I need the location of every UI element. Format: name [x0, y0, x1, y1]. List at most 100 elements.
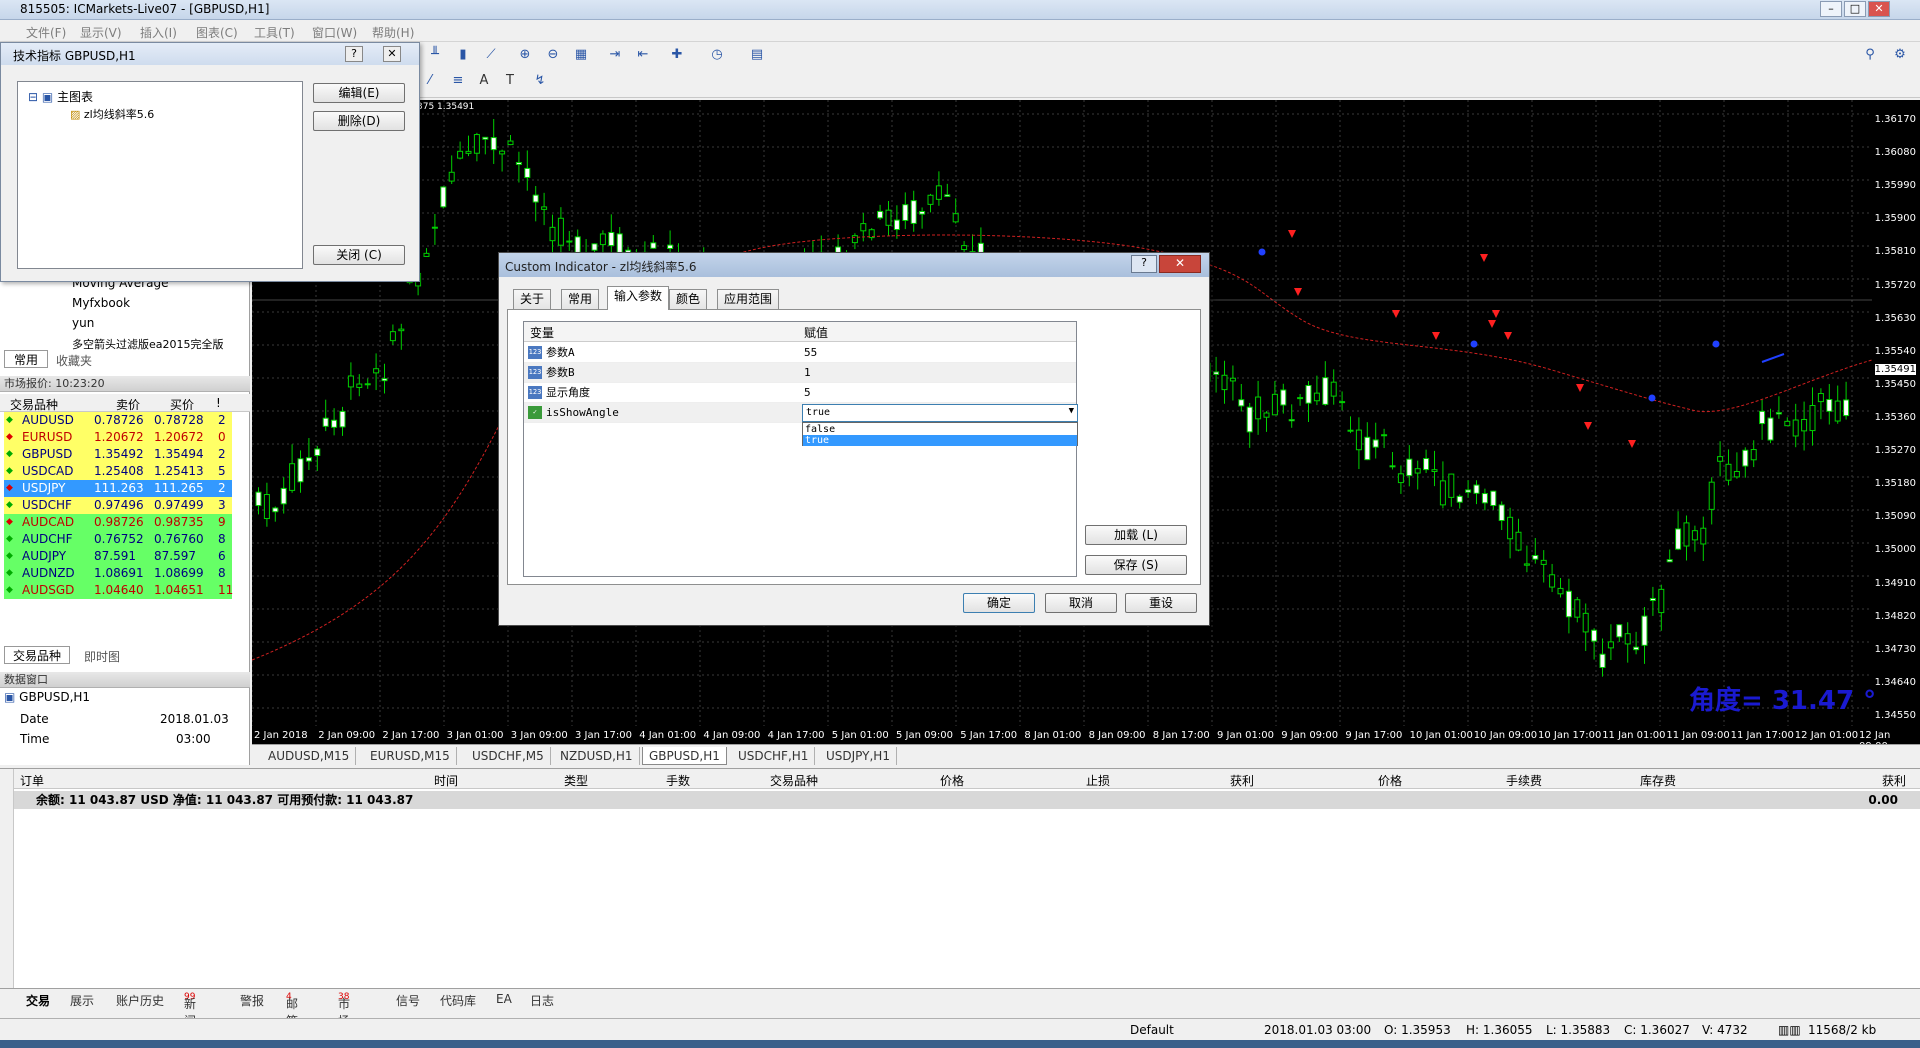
grid-lines-icon[interactable]: ≡	[448, 72, 468, 90]
col-price2[interactable]: 价格	[1378, 772, 1402, 789]
fibo-icon[interactable]: ⁄	[420, 72, 440, 90]
periods-icon[interactable]: ◷	[707, 46, 727, 64]
search-icon[interactable]: ⚲	[1860, 46, 1880, 64]
tab-visualization[interactable]: 应用范围	[717, 289, 780, 309]
col-tp[interactable]: 获利	[1230, 772, 1254, 789]
tab-history[interactable]: 账户历史	[116, 992, 164, 1009]
tab-exposure[interactable]: 展示	[70, 992, 94, 1009]
arrows-tool-icon[interactable]: ↯	[530, 72, 550, 90]
tab-gbpusd-h1[interactable]: GBPUSD,H1	[642, 747, 727, 765]
tab-experts[interactable]: EA	[496, 992, 512, 1006]
tab-inputs[interactable]: 输入参数	[607, 286, 670, 310]
line-chart-icon[interactable]: ⟋	[481, 46, 501, 64]
tab-symbols[interactable]: 交易品种	[4, 646, 70, 664]
market-watch-row[interactable]: ◆ AUDSGD 1.04640 1.04651 11	[4, 582, 233, 599]
col-bid[interactable]: 卖价	[116, 396, 140, 413]
tile-windows-icon[interactable]: ▦	[571, 46, 591, 64]
save-button[interactable]: 保存 (S)	[1085, 555, 1187, 575]
col-order[interactable]: 订单	[20, 772, 44, 789]
col-type[interactable]: 类型	[564, 772, 588, 789]
zoom-out-icon[interactable]: ⊖	[543, 46, 563, 64]
tab-usdchf-h1[interactable]: USDCHF,H1	[732, 747, 816, 765]
col-sl[interactable]: 止损	[1086, 772, 1110, 789]
close-button[interactable]: ✕	[1868, 1, 1890, 17]
chevron-down-icon[interactable]: ▼	[1069, 406, 1074, 416]
col-symbol[interactable]: 交易品种	[10, 396, 58, 413]
load-button[interactable]: 加载 (L)	[1085, 525, 1187, 545]
tab-nzdusd-h1[interactable]: NZDUSD,H1	[554, 747, 640, 765]
option-true[interactable]: true	[803, 435, 1077, 446]
bar-chart-icon[interactable]: ╨	[425, 46, 445, 64]
col-symbol[interactable]: 交易品种	[770, 772, 818, 789]
help-icon[interactable]: ?	[345, 46, 363, 62]
tab-codebase[interactable]: 代码库	[440, 992, 476, 1009]
tab-market[interactable]: 市场38	[338, 992, 350, 1028]
status-profile[interactable]: Default	[1130, 1023, 1174, 1037]
col-commission[interactable]: 手续费	[1506, 772, 1542, 789]
tab-about[interactable]: 关于	[513, 289, 552, 309]
col-profit[interactable]: 获利	[1882, 772, 1906, 789]
tab-audusd-m15[interactable]: AUDUSD,M15	[262, 747, 357, 765]
close-button[interactable]: 关闭 (C)	[313, 245, 405, 265]
tree-node-indicator[interactable]: ▨ zl均线斜率5.6	[70, 106, 154, 122]
market-watch-row[interactable]: ◆ USDCHF 0.97496 0.97499 3	[4, 497, 232, 514]
tab-usdchf-m5[interactable]: USDCHF,M5	[466, 747, 551, 765]
col-swap[interactable]: 库存费	[1640, 772, 1676, 789]
dialog-close-icon[interactable]: ✕	[1159, 255, 1201, 273]
indicators-icon[interactable]: ✚	[667, 46, 687, 64]
param-value[interactable]: 5	[804, 383, 811, 403]
market-watch-row[interactable]: ◆ AUDCHF 0.76752 0.76760 8	[4, 531, 232, 548]
dialog-help-icon[interactable]: ?	[1131, 255, 1157, 273]
tab-tick-chart[interactable]: 即时图	[84, 648, 120, 665]
nav-item-yun[interactable]: yun	[72, 316, 94, 330]
edit-button[interactable]: 编辑(E)	[313, 83, 405, 103]
ok-button[interactable]: 确定	[963, 593, 1035, 613]
market-watch-row[interactable]: ◆ USDJPY 111.263 111.265 2	[4, 480, 232, 497]
chart-shift-icon[interactable]: ⇤	[633, 46, 653, 64]
param-value[interactable]: 1	[804, 363, 811, 383]
menu-insert[interactable]: 插入(I)	[140, 24, 177, 41]
showangle-select[interactable]: true ▼	[802, 404, 1078, 422]
param-row-a[interactable]: 123 参数A 55	[524, 343, 1076, 363]
tab-signals[interactable]: 信号	[396, 992, 420, 1009]
menu-help[interactable]: 帮助(H)	[372, 24, 414, 41]
nav-item-myfxbook[interactable]: Myfxbook	[72, 296, 130, 310]
nav-item-ea[interactable]: 多空箭头过滤版ea2015完全版	[72, 336, 232, 352]
scroll-chart-icon[interactable]: ⇥	[605, 46, 625, 64]
param-value[interactable]: 55	[804, 343, 817, 363]
col-spread[interactable]: !	[216, 396, 221, 410]
param-row-b[interactable]: 123 参数B 1	[524, 363, 1076, 383]
menu-window[interactable]: 窗口(W)	[312, 24, 357, 41]
param-row-angle[interactable]: 123 显示角度 5	[524, 383, 1076, 403]
tab-usdjpy-h1[interactable]: USDJPY,H1	[820, 747, 897, 765]
templates-icon[interactable]: ▤	[747, 46, 767, 64]
reset-button[interactable]: 重设	[1125, 593, 1197, 613]
maximize-button[interactable]: □	[1844, 1, 1866, 17]
col-lots[interactable]: 手数	[666, 772, 690, 789]
menu-view[interactable]: 显示(V)	[80, 24, 122, 41]
market-watch-row[interactable]: ◆ EURUSD 1.20672 1.20672 0	[4, 429, 232, 446]
tab-favorites-common[interactable]: 常用	[4, 350, 48, 368]
candle-chart-icon[interactable]: ▮	[453, 46, 473, 64]
market-watch-row[interactable]: ◆ GBPUSD 1.35492 1.35494 2	[4, 446, 232, 463]
tab-news[interactable]: 新闻99	[184, 992, 196, 1028]
tab-favorites[interactable]: 收藏夹	[56, 352, 92, 369]
minimize-button[interactable]: –	[1820, 1, 1842, 17]
text-tool-icon[interactable]: A	[474, 72, 494, 90]
market-watch-row[interactable]: ◆ AUDJPY 87.591 87.597 6	[4, 548, 232, 565]
menu-file[interactable]: 文件(F)	[26, 24, 66, 41]
tab-eurusd-m15[interactable]: EURUSD,M15	[364, 747, 457, 765]
tab-common[interactable]: 常用	[561, 289, 600, 309]
market-watch-row[interactable]: ◆ AUDCAD 0.98726 0.98735 9	[4, 514, 232, 531]
tab-colors[interactable]: 颜色	[669, 289, 708, 309]
tab-mailbox[interactable]: 邮箱4	[286, 992, 298, 1028]
cancel-button[interactable]: 取消	[1045, 593, 1117, 613]
tab-alerts[interactable]: 警报	[240, 992, 264, 1009]
tree-node-main-chart[interactable]: ⊟ ▣ 主图表	[28, 88, 93, 105]
menu-tools[interactable]: 工具(T)	[254, 24, 295, 41]
col-time[interactable]: 时间	[434, 772, 458, 789]
tab-trade[interactable]: 交易	[26, 992, 50, 1009]
delete-button[interactable]: 删除(D)	[313, 111, 405, 131]
market-watch-row[interactable]: ◆ AUDUSD 0.78726 0.78728 2	[4, 412, 232, 429]
market-watch-row[interactable]: ◆ USDCAD 1.25408 1.25413 5	[4, 463, 232, 480]
